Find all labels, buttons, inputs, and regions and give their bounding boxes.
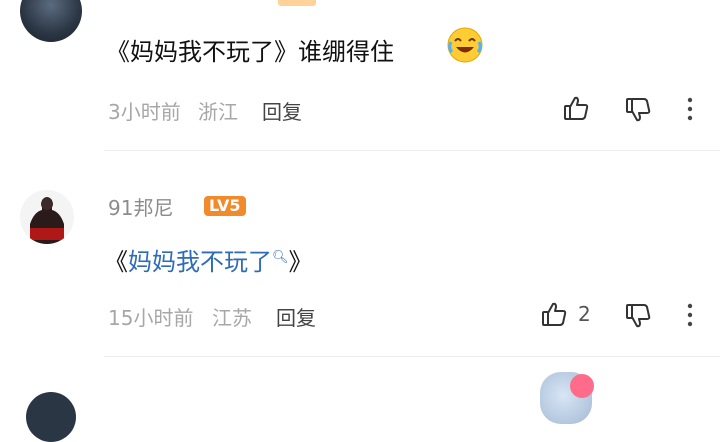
avatar[interactable] [20, 0, 82, 42]
comment-location: 浙江 [198, 100, 238, 124]
avatar[interactable] [26, 392, 76, 442]
level-badge [278, 0, 316, 6]
reply-button[interactable]: 回复 [262, 96, 302, 125]
comment-text: 《妈妈我不玩了🔍︎》 [104, 242, 313, 277]
comment-text-open: 《 [104, 248, 128, 276]
search-icon[interactable]: 🔍︎ [272, 250, 289, 265]
comment-time: 3小时前 [108, 100, 181, 124]
like-count: 2 [578, 302, 591, 326]
thumbs-down-icon[interactable] [624, 302, 652, 330]
comment-location: 江苏 [212, 306, 252, 330]
thumbs-up-icon[interactable] [562, 94, 590, 122]
divider [104, 356, 720, 357]
more-icon[interactable] [684, 96, 696, 122]
comment-text: 《妈妈我不玩了》谁绷得住 [106, 32, 394, 67]
comment-text-content: 《妈妈我不玩了》谁绷得住 [106, 38, 394, 66]
divider [104, 150, 720, 151]
reply-button[interactable]: 回复 [276, 302, 316, 331]
thumbs-up-icon[interactable] [540, 300, 568, 328]
level-badge: LV5 [204, 196, 246, 216]
avatar[interactable] [20, 190, 74, 244]
username[interactable]: 91邦尼 [108, 192, 173, 221]
comment-time: 15小时前 [108, 306, 194, 330]
thumbs-down-icon[interactable] [624, 96, 652, 124]
more-icon[interactable] [684, 302, 696, 328]
comment-text-close: 》 [288, 248, 313, 276]
search-link[interactable]: 妈妈我不玩了 [128, 248, 272, 276]
sticker-badge [570, 374, 594, 398]
crying-laughing-emoji-icon [446, 26, 484, 64]
